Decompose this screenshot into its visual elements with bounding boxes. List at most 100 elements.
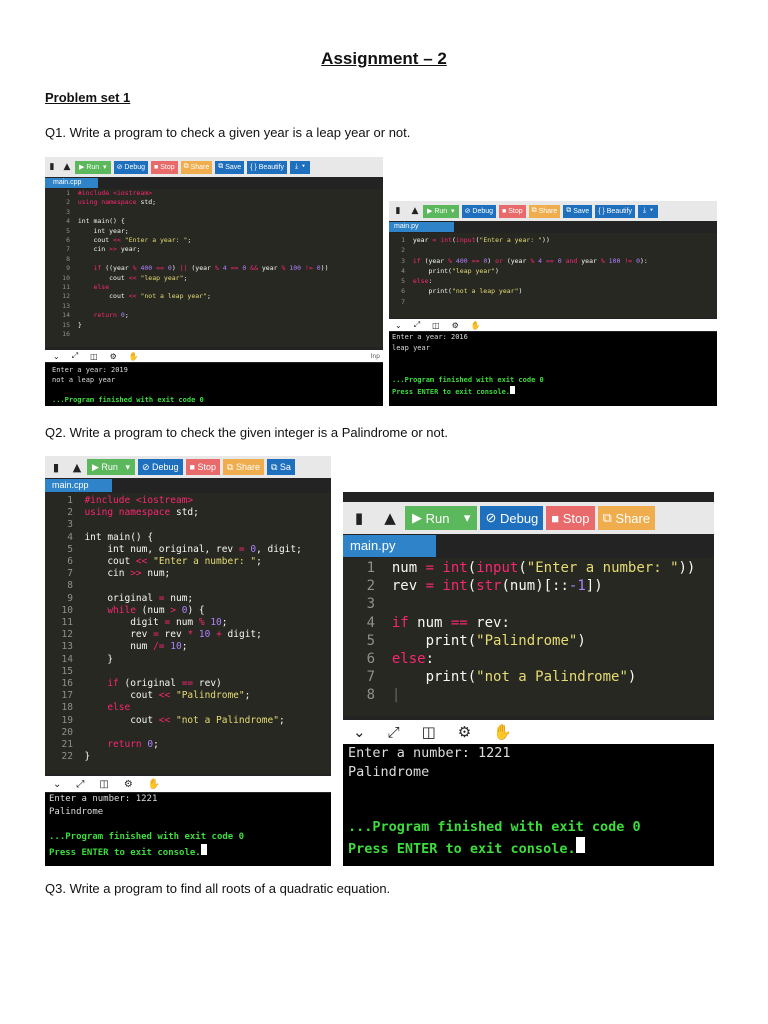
save-icon: ⧉	[566, 207, 574, 214]
code-editor[interactable]: 1 num = int(input("Enter a number: ")) 2…	[343, 558, 714, 716]
new-file-icon[interactable]: ▮	[45, 158, 59, 176]
console-controls: ⌄ ⤢ ◫ ⚙ ✋ Inp	[45, 350, 383, 362]
debug-button[interactable]: ⊘ Debug	[480, 506, 544, 530]
settings-icon[interactable]: ◫	[432, 321, 440, 330]
console-controls: ⌄ ⤢ ◫ ⚙ ✋	[343, 720, 714, 744]
code-editor[interactable]: 1 #include <iostream> 2 using namespace …	[45, 189, 383, 347]
file-tab[interactable]: main.cpp	[45, 479, 112, 492]
save-icon: ⧉	[270, 461, 280, 472]
share-button[interactable]: ⧉ Share	[223, 459, 264, 475]
share-button[interactable]: ⧉ Share	[180, 160, 213, 174]
beautify-button[interactable]: { } Beautify	[247, 160, 288, 174]
new-file-icon[interactable]: ▮	[343, 503, 375, 533]
download-icon: ⤓ ▾	[295, 163, 305, 170]
share-button[interactable]: ⧉ Share	[528, 204, 561, 218]
debug-icon: ⊘	[116, 164, 125, 171]
debug-icon: ⊘	[141, 461, 153, 472]
chevron-down-icon[interactable]: ⌄	[353, 723, 366, 741]
run-button[interactable]: ▶ Run ▾	[75, 160, 111, 174]
share-icon: ⧉	[183, 163, 191, 170]
console-cursor	[200, 844, 207, 856]
keyboard-icon[interactable]: ✋	[493, 723, 512, 741]
console-cursor	[575, 836, 585, 853]
stop-button[interactable]: ■ Stop	[151, 160, 178, 174]
save-button[interactable]: ⧉ Save	[563, 204, 593, 218]
console-controls: ⌄ ⤢ ◫ ⚙ ✋	[45, 776, 331, 792]
question-1: Q1. Write a program to check a given yea…	[45, 125, 411, 140]
code-editor[interactable]: 1 #include <iostream> 2 using namespace …	[45, 493, 331, 774]
expand-icon[interactable]: ⤢	[414, 320, 420, 330]
question-2: Q2. Write a program to check the given i…	[45, 425, 448, 440]
question-3: Q3. Write a program to find all roots of…	[45, 881, 391, 896]
chevron-down-icon[interactable]: ⌄	[395, 321, 402, 330]
console-output: Enter a year: 2016 leap year ...Program …	[389, 332, 717, 406]
file-tab[interactable]: main.cpp	[45, 178, 98, 188]
keyboard-icon[interactable]: ✋	[148, 779, 160, 790]
problem-set-heading: Problem set 1	[45, 90, 131, 105]
run-button[interactable]: ▶ Run ▾	[405, 506, 478, 530]
file-tab[interactable]: main.py	[343, 535, 436, 557]
screenshot-leap-py: ▮ ▲ ▶ Run ▾ ⊘ Debug ■ Stop ⧉ Share ⧉ Sav…	[389, 201, 717, 406]
gear-icon[interactable]: ⚙	[458, 723, 471, 741]
download-icon: ⤓ ▾	[643, 207, 653, 214]
stop-icon: ■	[551, 510, 563, 526]
gear-icon[interactable]: ⚙	[452, 321, 459, 330]
toolbar: ▮ ▲ ▶ Run ▾ ⊘ Debug ■ Stop ⧉ Share	[343, 502, 714, 534]
upload-icon[interactable]: ▲	[375, 503, 405, 533]
save-button[interactable]: ⧉ Sa	[266, 459, 295, 475]
console-output: Enter a year: 2019 not a leap year ...Pr…	[45, 363, 383, 406]
download-button[interactable]: ⤓ ▾	[290, 160, 310, 174]
debug-icon: ⊘	[464, 208, 473, 215]
console-output: Enter a number: 1221 Palindrome ...Progr…	[45, 793, 331, 866]
save-button[interactable]: ⧉ Save	[215, 160, 245, 174]
share-button[interactable]: ⧉ Share	[597, 506, 656, 530]
stop-button[interactable]: ■ Stop	[499, 204, 526, 218]
run-button[interactable]: ▶ Run ▾	[87, 459, 135, 475]
file-tab[interactable]: main.py	[389, 222, 454, 232]
share-icon: ⧉	[227, 461, 236, 472]
screenshot-leap-cpp: ▮ ▲ ▶ Run ▾ ⊘ Debug ■ Stop ⧉ Share ⧉ Sav…	[45, 157, 383, 406]
upload-icon[interactable]: ▲	[407, 202, 423, 220]
share-icon: ⧉	[531, 207, 539, 214]
download-button[interactable]: ⤓ ▾	[638, 204, 658, 218]
share-icon: ⧉	[602, 510, 616, 525]
upload-icon[interactable]: ▲	[59, 158, 75, 176]
play-icon: ▶	[412, 510, 426, 525]
console-output: Enter a number: 1221 Palindrome ...Progr…	[343, 744, 714, 866]
play-icon: ▶	[427, 208, 435, 215]
upload-icon[interactable]: ▲	[67, 457, 87, 477]
debug-icon: ⊘	[485, 510, 500, 525]
keyboard-icon[interactable]: ✋	[129, 352, 139, 361]
settings-icon[interactable]: ◫	[90, 352, 98, 361]
screenshot-palindrome-py: ▮ ▲ ▶ Run ▾ ⊘ Debug ■ Stop ⧉ Share main.…	[343, 492, 714, 866]
new-file-icon[interactable]: ▮	[45, 457, 67, 477]
beautify-button[interactable]: { } Beautify	[595, 204, 636, 218]
stop-icon: ■	[189, 462, 198, 472]
chevron-down-icon[interactable]: ⌄	[53, 779, 61, 790]
settings-icon[interactable]: ◫	[422, 723, 436, 741]
page-title: Assignment – 2	[321, 49, 447, 68]
stop-button[interactable]: ■ Stop	[546, 506, 595, 530]
new-file-icon[interactable]: ▮	[389, 202, 407, 220]
chevron-down-icon[interactable]: ⌄	[53, 352, 60, 361]
console-controls: ⌄ ⤢ ◫ ⚙ ✋	[389, 319, 717, 331]
keyboard-icon[interactable]: ✋	[471, 321, 481, 330]
debug-button[interactable]: ⊘ Debug	[137, 459, 183, 475]
input-label: Inp	[370, 352, 380, 360]
console-cursor	[510, 385, 516, 394]
gear-icon[interactable]: ⚙	[110, 352, 117, 361]
play-icon: ▶	[92, 461, 102, 472]
settings-icon[interactable]: ◫	[99, 779, 108, 790]
debug-button[interactable]: ⊘ Debug	[113, 160, 149, 174]
code-editor[interactable]: 1 year = int(input("Enter a year: ")) 2 …	[389, 233, 717, 318]
expand-icon[interactable]: ⤢	[76, 779, 84, 790]
toolbar: ▮ ▲ ▶ Run ▾ ⊘ Debug ■ Stop ⧉ Share ⧉ Sav…	[45, 157, 383, 177]
screenshot-palindrome-cpp: ▮ ▲ ▶ Run ▾ ⊘ Debug ■ Stop ⧉ Share ⧉ Sa …	[45, 456, 331, 866]
expand-icon[interactable]: ⤢	[72, 351, 78, 361]
gear-icon[interactable]: ⚙	[124, 779, 133, 790]
expand-icon[interactable]: ⤢	[388, 723, 400, 741]
debug-button[interactable]: ⊘ Debug	[461, 204, 497, 218]
run-button[interactable]: ▶ Run ▾	[423, 204, 459, 218]
toolbar: ▮ ▲ ▶ Run ▾ ⊘ Debug ■ Stop ⧉ Share ⧉ Sa	[45, 456, 331, 478]
stop-button[interactable]: ■ Stop	[185, 459, 220, 475]
